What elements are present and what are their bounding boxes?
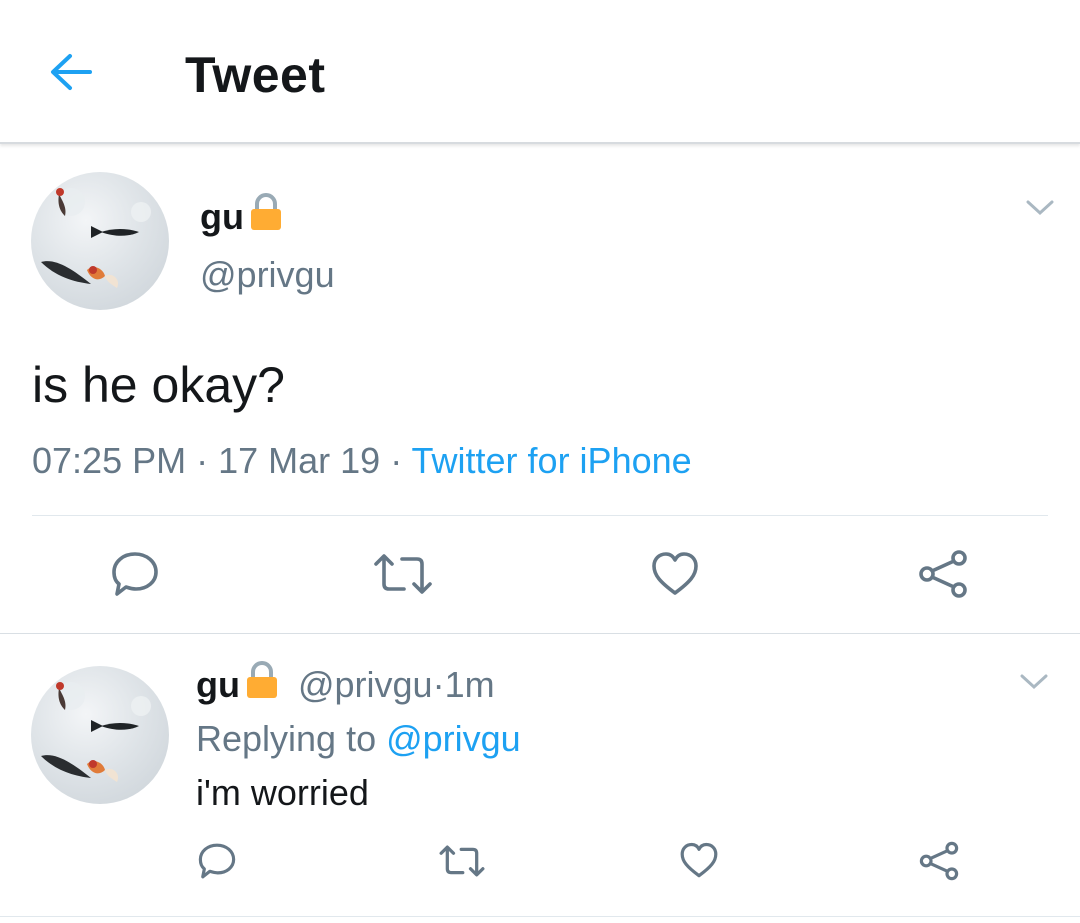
reply-options-button[interactable] bbox=[1014, 664, 1054, 704]
share-button[interactable] bbox=[914, 838, 964, 888]
like-icon bbox=[679, 842, 719, 884]
avatar[interactable] bbox=[31, 666, 169, 804]
back-button[interactable] bbox=[40, 44, 100, 104]
reply-icon bbox=[110, 550, 160, 603]
retweet-icon bbox=[372, 552, 434, 601]
page-title: Tweet bbox=[185, 47, 326, 103]
tweet-date: 17 Mar 19 bbox=[218, 440, 381, 481]
tweet-options-button[interactable] bbox=[1020, 190, 1060, 230]
reply-button[interactable] bbox=[100, 546, 170, 606]
avatar[interactable] bbox=[31, 172, 169, 310]
reply-text: i'm worried bbox=[196, 772, 369, 813]
chevron-down-icon bbox=[1026, 200, 1054, 221]
top-bar: Tweet bbox=[0, 0, 1080, 144]
tweet-meta: 07:25 PM · 17 Mar 19 · Twitter for iPhon… bbox=[32, 440, 692, 481]
reply-age: 1m bbox=[444, 663, 495, 705]
chevron-down-icon bbox=[1020, 674, 1048, 695]
share-icon bbox=[917, 549, 969, 604]
tweet-text: is he okay? bbox=[32, 357, 285, 413]
divider bbox=[0, 633, 1080, 634]
reply-header: gu @privgu · 1m bbox=[196, 660, 495, 709]
reply-author-handle[interactable]: @privgu bbox=[298, 664, 433, 706]
retweet-button[interactable] bbox=[432, 838, 492, 888]
replying-to: Replying to @privgu bbox=[196, 718, 521, 759]
author-handle[interactable]: @privgu bbox=[200, 254, 335, 296]
tweet-source-link[interactable]: Twitter for iPhone bbox=[412, 440, 692, 481]
author-name[interactable]: gu bbox=[200, 192, 284, 241]
share-icon bbox=[918, 841, 960, 886]
like-icon bbox=[650, 551, 700, 602]
like-button[interactable] bbox=[674, 838, 724, 888]
retweet-button[interactable] bbox=[368, 546, 438, 606]
divider bbox=[0, 916, 1080, 917]
tweet-time: 07:25 PM bbox=[32, 440, 187, 481]
lock-icon bbox=[248, 192, 284, 241]
share-button[interactable] bbox=[908, 546, 978, 606]
divider bbox=[32, 515, 1048, 516]
like-button[interactable] bbox=[640, 546, 710, 606]
arrow-left-icon bbox=[48, 52, 92, 97]
reply-icon bbox=[197, 842, 237, 885]
retweet-icon bbox=[438, 844, 486, 883]
reply-button[interactable] bbox=[192, 838, 242, 888]
lock-icon bbox=[244, 660, 280, 709]
replying-to-link[interactable]: @privgu bbox=[386, 718, 521, 759]
reply-author-name[interactable]: gu bbox=[196, 664, 240, 706]
